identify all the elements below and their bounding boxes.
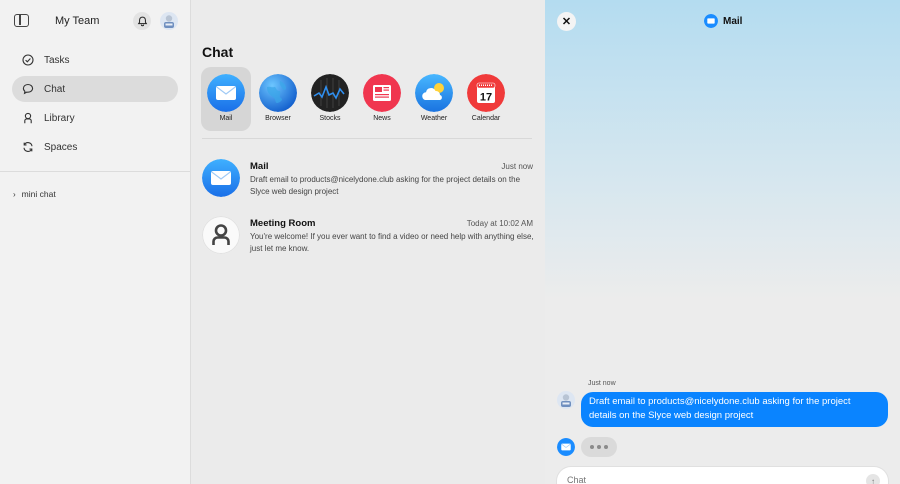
panel-title: Mail (704, 14, 742, 28)
mini-chat-label: mini chat (21, 189, 56, 199)
app-weather[interactable]: Weather (409, 67, 459, 131)
chat-list-pane: Chat Mail Browser Stocks News Weather 17… (191, 0, 545, 484)
mail-icon (704, 14, 718, 28)
chat-bubble-icon (22, 83, 34, 95)
chat-input-container: ↑ (557, 467, 888, 484)
calendar-icon: 17 (467, 74, 505, 112)
section-divider (202, 138, 532, 139)
conversation-time: Just now (501, 162, 533, 171)
mini-chat-toggle[interactable]: › mini chat (13, 189, 56, 199)
globe-icon (259, 74, 297, 112)
sidebar-item-label: Chat (44, 83, 66, 95)
conversation-item-meeting-room[interactable]: Meeting Room Today at 10:02 AM You're we… (202, 216, 534, 262)
sidebar-item-chat[interactable]: Chat (12, 76, 178, 102)
app-browser[interactable]: Browser (253, 67, 303, 131)
avatar[interactable] (160, 12, 178, 30)
conversation-item-mail[interactable]: Mail Just now Draft email to products@ni… (202, 159, 533, 205)
app-label: Mail (219, 115, 233, 122)
user-message-bubble: Draft email to products@nicelydone.club … (581, 392, 888, 427)
conversation-name: Meeting Room (250, 218, 316, 229)
close-icon[interactable]: ✕ (557, 12, 576, 31)
sidebar-item-label: Spaces (44, 141, 78, 153)
page-title: Chat (202, 44, 234, 60)
person-icon (22, 112, 34, 124)
chat-input[interactable] (567, 475, 847, 484)
app-label: News (373, 115, 391, 122)
sidebar-item-library[interactable]: Library (12, 105, 178, 131)
app-news[interactable]: News (357, 67, 407, 131)
conversation-time: Today at 10:02 AM (466, 219, 533, 228)
mail-icon (202, 159, 240, 197)
team-name[interactable]: My Team (55, 15, 99, 27)
app-mail[interactable]: Mail (201, 67, 251, 131)
stocks-icon (311, 74, 349, 112)
app-label: Browser (265, 115, 291, 122)
chevron-right-icon: › (13, 189, 16, 199)
sidebar-header: My Team (0, 0, 191, 44)
sidebar-item-label: Library (44, 112, 75, 124)
refresh-icon (22, 141, 34, 153)
app-shortcuts: Mail Browser Stocks News Weather 17 Cale… (201, 67, 531, 131)
person-icon (202, 216, 240, 254)
sidebar: My Team Tasks Chat Library Spaces › mini… (0, 0, 191, 484)
chat-panel: ✕ Mail Just now Draft email to products@… (545, 0, 900, 484)
sidebar-nav: Tasks Chat Library Spaces (12, 47, 178, 163)
app-label: Calendar (471, 115, 501, 122)
sidebar-item-tasks[interactable]: Tasks (12, 47, 178, 73)
typing-indicator (581, 437, 617, 457)
avatar (557, 391, 575, 409)
sidebar-divider (0, 171, 190, 172)
bell-icon[interactable] (133, 12, 151, 30)
mail-icon (207, 74, 245, 112)
panel-title-label: Mail (723, 15, 743, 27)
send-arrow-icon[interactable]: ↑ (866, 474, 880, 484)
app-calendar[interactable]: 17 Calendar (461, 67, 511, 131)
news-icon (363, 74, 401, 112)
conversation-preview: You're welcome! If you ever want to find… (250, 232, 534, 253)
checkmark-circle-icon (22, 54, 34, 66)
message-timestamp: Just now (588, 380, 616, 387)
weather-icon (415, 74, 453, 112)
sidebar-item-spaces[interactable]: Spaces (12, 134, 178, 160)
mail-icon (557, 438, 575, 456)
conversation-name: Mail (250, 161, 269, 172)
app-label: Stocks (319, 115, 341, 122)
svg-text:17: 17 (480, 92, 492, 104)
conversation-preview: Draft email to products@nicelydone.club … (250, 175, 521, 196)
sidebar-toggle-icon[interactable] (14, 14, 29, 27)
sidebar-item-label: Tasks (44, 54, 70, 66)
app-stocks[interactable]: Stocks (305, 67, 355, 131)
app-label: Weather (420, 115, 448, 122)
